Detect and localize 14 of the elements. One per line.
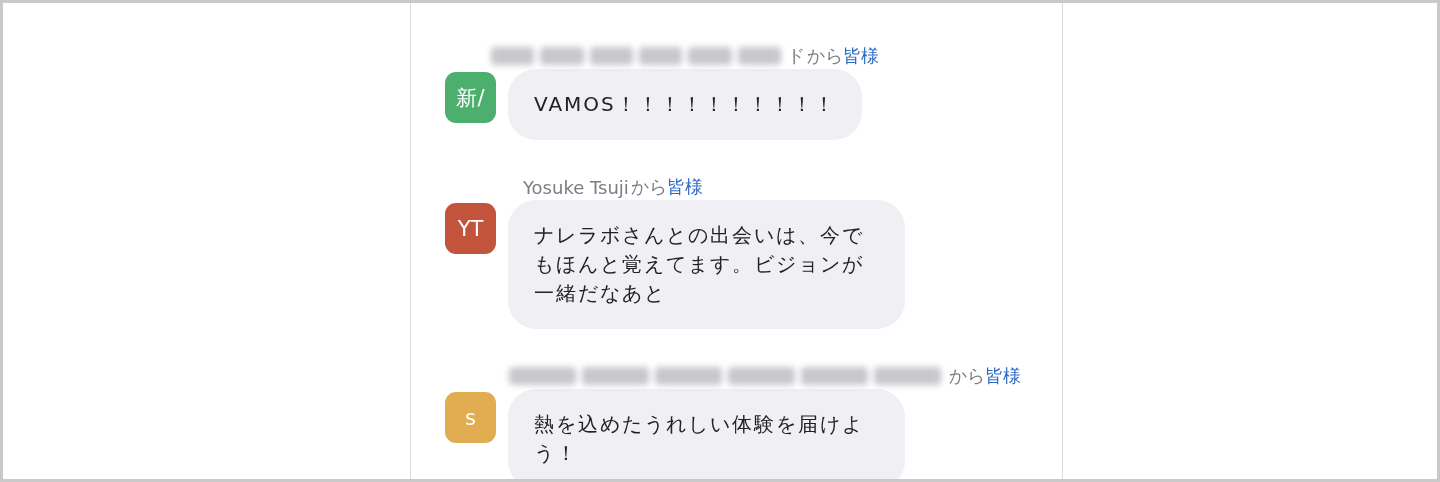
avatar: 新/ [445,72,496,123]
message-bubble: 熱を込めたうれしい体験を届けよう！ [508,389,905,479]
recipient-link[interactable]: 皆様 [666,175,703,199]
from-label: から [807,44,843,68]
avatar: s [445,392,496,443]
message-bubble: ナレラボさんとの出会いは、今でもほんと覚えてます。ビジョンが一緒だなあと [508,200,905,329]
recipient-link[interactable]: 皆様 [985,364,1021,388]
recipient-link[interactable]: 皆様 [843,44,879,68]
message-bubble: VAMOS！！！！！！！！！！ [508,69,862,140]
avatar: YT [445,203,496,254]
sender-name: ド [787,44,805,68]
from-label: から [630,175,667,199]
from-label: から [949,364,985,388]
sender-name: Yosuke Tsuji [523,176,629,198]
